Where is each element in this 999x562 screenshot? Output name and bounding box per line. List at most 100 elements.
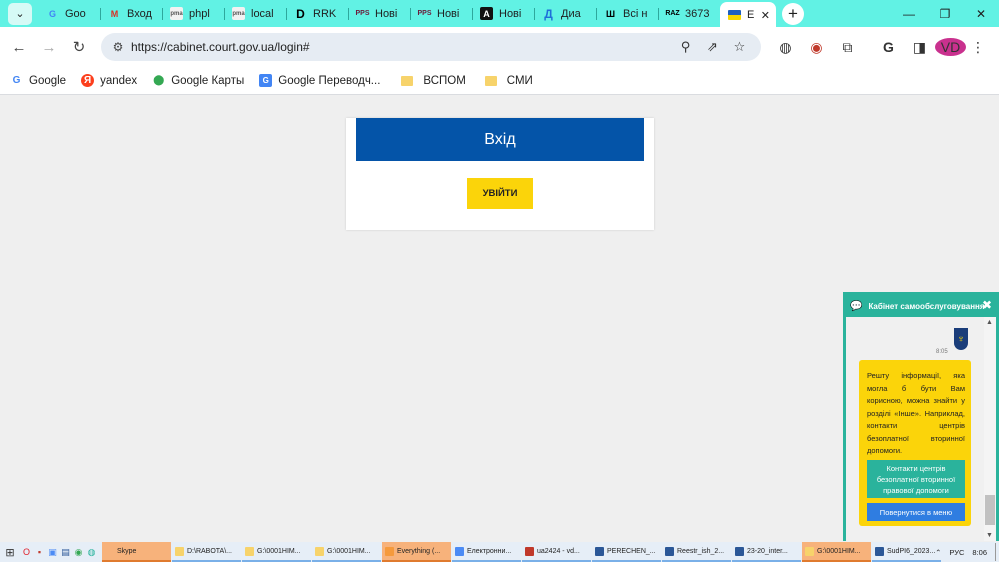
a-icon: A <box>480 7 493 20</box>
tab-search-button[interactable]: ⌄ <box>8 2 32 25</box>
reload-icon[interactable]: ↻ <box>64 32 94 62</box>
taskbar-item[interactable]: G:\0001HIM... <box>312 542 381 562</box>
taskbar-item[interactable]: SudPI6_2023... <box>872 542 941 562</box>
windows-taskbar: ⊞ O ▪ ▣ ▤ ◉ ◍ Skype D:\RABOTA\... G:\0001H… <box>0 542 999 562</box>
close-window-icon[interactable]: ✕ <box>963 0 999 27</box>
language-indicator[interactable]: РУС <box>949 548 964 557</box>
app-icon <box>385 546 394 556</box>
clock[interactable]: 8:06 <box>972 548 987 557</box>
taskbar-item[interactable]: ua2424 - vd... <box>522 542 591 562</box>
new-tab-button[interactable]: + <box>782 2 804 25</box>
google-icon: G <box>48 8 56 19</box>
taskbar-item[interactable]: G:\0001HIM... <box>242 542 311 562</box>
bookmarks-bar: G Google Яyandex ⬤ Google Карты G Google Пе… <box>0 67 999 95</box>
restore-icon[interactable]: ❐ <box>927 0 963 27</box>
taskbar-item[interactable]: PERECHEN_... <box>592 542 661 562</box>
forward-arrow-icon[interactable]: → <box>34 32 64 62</box>
tab-active[interactable]: E ✕ <box>720 1 776 29</box>
star-icon[interactable]: ☆ <box>726 39 753 55</box>
chrome-icon[interactable]: ◉ <box>72 547 85 558</box>
translate-icon: G <box>259 74 273 87</box>
windows-start-icon[interactable]: ⊞ <box>0 546 20 559</box>
tab-8[interactable]: Д Диа <box>534 2 596 26</box>
bookmark-google-translate[interactable]: G Google Переводч... <box>259 74 380 87</box>
maps-pin-icon: ⬤ <box>153 75 165 86</box>
network-icon[interactable]: ▤ <box>59 547 72 558</box>
window-controls: — ❐ ✕ <box>891 0 999 27</box>
taskbar-item-label: Everything (... <box>397 547 441 555</box>
color-picker-icon[interactable]: ◉ <box>801 39 832 56</box>
taskbar-item[interactable]: 23-20_inter... <box>732 542 801 562</box>
url-text[interactable]: https://cabinet.court.gov.ua/login# <box>131 40 310 54</box>
notification-icon[interactable] <box>995 543 999 561</box>
globe-icon[interactable]: ◍ <box>770 39 801 56</box>
close-icon[interactable]: ✕ <box>761 9 770 22</box>
taskbar-item[interactable]: Reestr_ish_2... <box>662 542 731 562</box>
contacts-centers-button[interactable]: Контакти центрів безоплатної вторинної п… <box>867 460 965 498</box>
close-icon[interactable]: ✖ <box>982 298 992 312</box>
settings-icon[interactable]: ◍ <box>85 547 98 558</box>
address-bar[interactable]: ⚙ https://cabinet.court.gov.ua/login# ⚲ … <box>101 33 761 61</box>
tab-4[interactable]: D RRK <box>286 2 348 26</box>
app-icon <box>805 546 814 556</box>
share-icon[interactable]: ⇗ <box>699 39 726 55</box>
bookmark-google[interactable]: G Google <box>10 74 66 87</box>
bookmark-folder-smi[interactable]: СМИ <box>484 75 533 87</box>
tab-0[interactable]: G Goo <box>38 2 100 26</box>
yandex-icon: Я <box>81 74 95 87</box>
d-icon: Д <box>544 6 553 21</box>
tool-icon[interactable]: ▪ <box>33 547 46 557</box>
login-title: Вхід <box>356 118 644 161</box>
system-tray: ⌃ РУС 8:06 <box>935 542 999 562</box>
tab-3[interactable]: pma local <box>224 2 286 26</box>
taskbar-item[interactable]: Електронни... <box>452 542 521 562</box>
google-g-icon[interactable]: G <box>873 39 904 55</box>
tab-10[interactable]: RAZ 3673 <box>658 2 720 26</box>
bookmark-google-maps[interactable]: ⬤ Google Карты <box>152 74 244 87</box>
minimize-icon[interactable]: — <box>891 0 927 27</box>
app-icon <box>875 546 884 556</box>
opera-icon[interactable]: O <box>20 547 33 557</box>
tray-arrow-icon[interactable]: ⌃ <box>935 548 941 557</box>
app-icon <box>595 546 604 556</box>
tab-2[interactable]: pma phpl <box>162 2 224 26</box>
site-settings-icon[interactable]: ⚙ <box>105 40 131 54</box>
tab-7[interactable]: A Нові <box>472 2 534 26</box>
chat-messages[interactable]: ♆ 8:05 Решту інформації, яка могла б бут… <box>846 317 996 541</box>
app-icon <box>455 546 464 556</box>
pps-icon: PPS <box>417 10 432 17</box>
zoom-icon[interactable]: ⚲ <box>672 39 699 55</box>
app-icon <box>315 546 324 556</box>
scroll-thumb[interactable] <box>985 495 995 525</box>
chat-scrollbar[interactable]: ▲ ▼ <box>984 317 996 541</box>
taskbar-item[interactable]: Skype <box>102 542 171 562</box>
back-to-menu-button[interactable]: Повернутися в меню <box>867 503 965 521</box>
ukraine-flag-icon <box>728 10 741 20</box>
extensions-puzzle-icon[interactable]: ⧉ <box>832 39 863 56</box>
taskbar-items: Skype D:\RABOTA\... G:\0001HIM... G:\0001HI… <box>102 542 942 562</box>
tab-9[interactable]: Ш Всі н <box>596 2 658 26</box>
bookmark-folder-vspom[interactable]: ВСПОМ <box>401 74 466 87</box>
folder-icon <box>401 75 414 86</box>
bookmark-label: ВСПОМ <box>423 74 466 87</box>
taskbar-item[interactable]: D:\RABOTA\... <box>172 542 241 562</box>
extensions-area: ◍ ◉ ⧉ G ◨ VD ⋮ <box>770 27 990 67</box>
tab-5[interactable]: PPS Нові <box>348 2 410 26</box>
scroll-up-icon[interactable]: ▲ <box>986 319 993 326</box>
scroll-down-icon[interactable]: ▼ <box>986 532 993 539</box>
avatar[interactable]: VD <box>935 38 966 56</box>
tab-6[interactable]: PPS Нові <box>410 2 472 26</box>
app-icon <box>175 546 184 556</box>
menu-dots-icon[interactable]: ⋮ <box>966 39 990 56</box>
side-panel-icon[interactable]: ◨ <box>904 39 935 56</box>
bookmark-yandex[interactable]: Яyandex <box>81 74 137 87</box>
back-arrow-icon[interactable]: ← <box>4 32 34 62</box>
login-button[interactable]: УВІЙТИ <box>467 178 533 209</box>
tab-label: local <box>251 7 274 20</box>
chat-title: Кабінет самообслуговування <box>868 301 985 311</box>
tab-label: RRK <box>313 7 337 20</box>
taskbar-item[interactable]: Everything (... <box>382 542 451 562</box>
monitor-icon[interactable]: ▣ <box>46 547 59 558</box>
tab-1[interactable]: M Вход <box>100 2 162 26</box>
taskbar-item[interactable]: G:\0001HIM... <box>802 542 871 562</box>
